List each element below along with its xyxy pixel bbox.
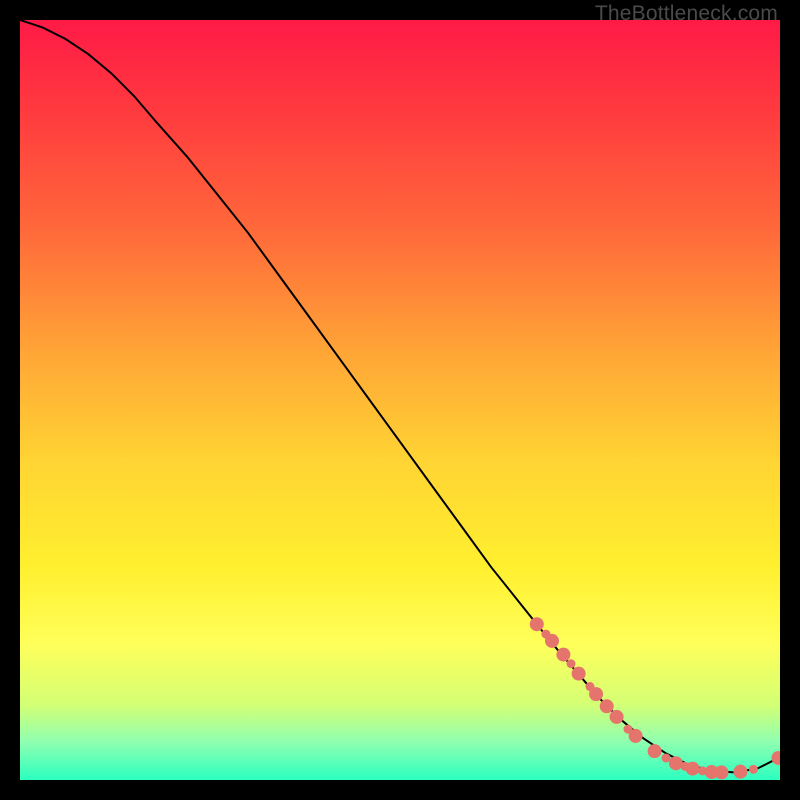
chart-background: [20, 20, 780, 780]
data-marker: [556, 648, 570, 662]
data-marker: [629, 729, 643, 743]
data-marker: [610, 710, 624, 724]
data-marker: [648, 744, 662, 758]
plot-area: [20, 20, 780, 780]
data-marker: [662, 753, 671, 762]
chart-svg: [20, 20, 780, 780]
data-marker: [714, 765, 728, 779]
data-marker: [530, 617, 544, 631]
data-marker: [733, 765, 747, 779]
data-marker: [600, 699, 614, 713]
data-marker: [686, 762, 700, 776]
data-marker: [669, 756, 683, 770]
chart-stage: TheBottleneck.com: [0, 0, 800, 800]
data-marker: [545, 634, 559, 648]
data-marker: [572, 667, 586, 681]
data-marker: [567, 659, 576, 668]
data-marker: [589, 687, 603, 701]
data-marker: [749, 765, 758, 774]
